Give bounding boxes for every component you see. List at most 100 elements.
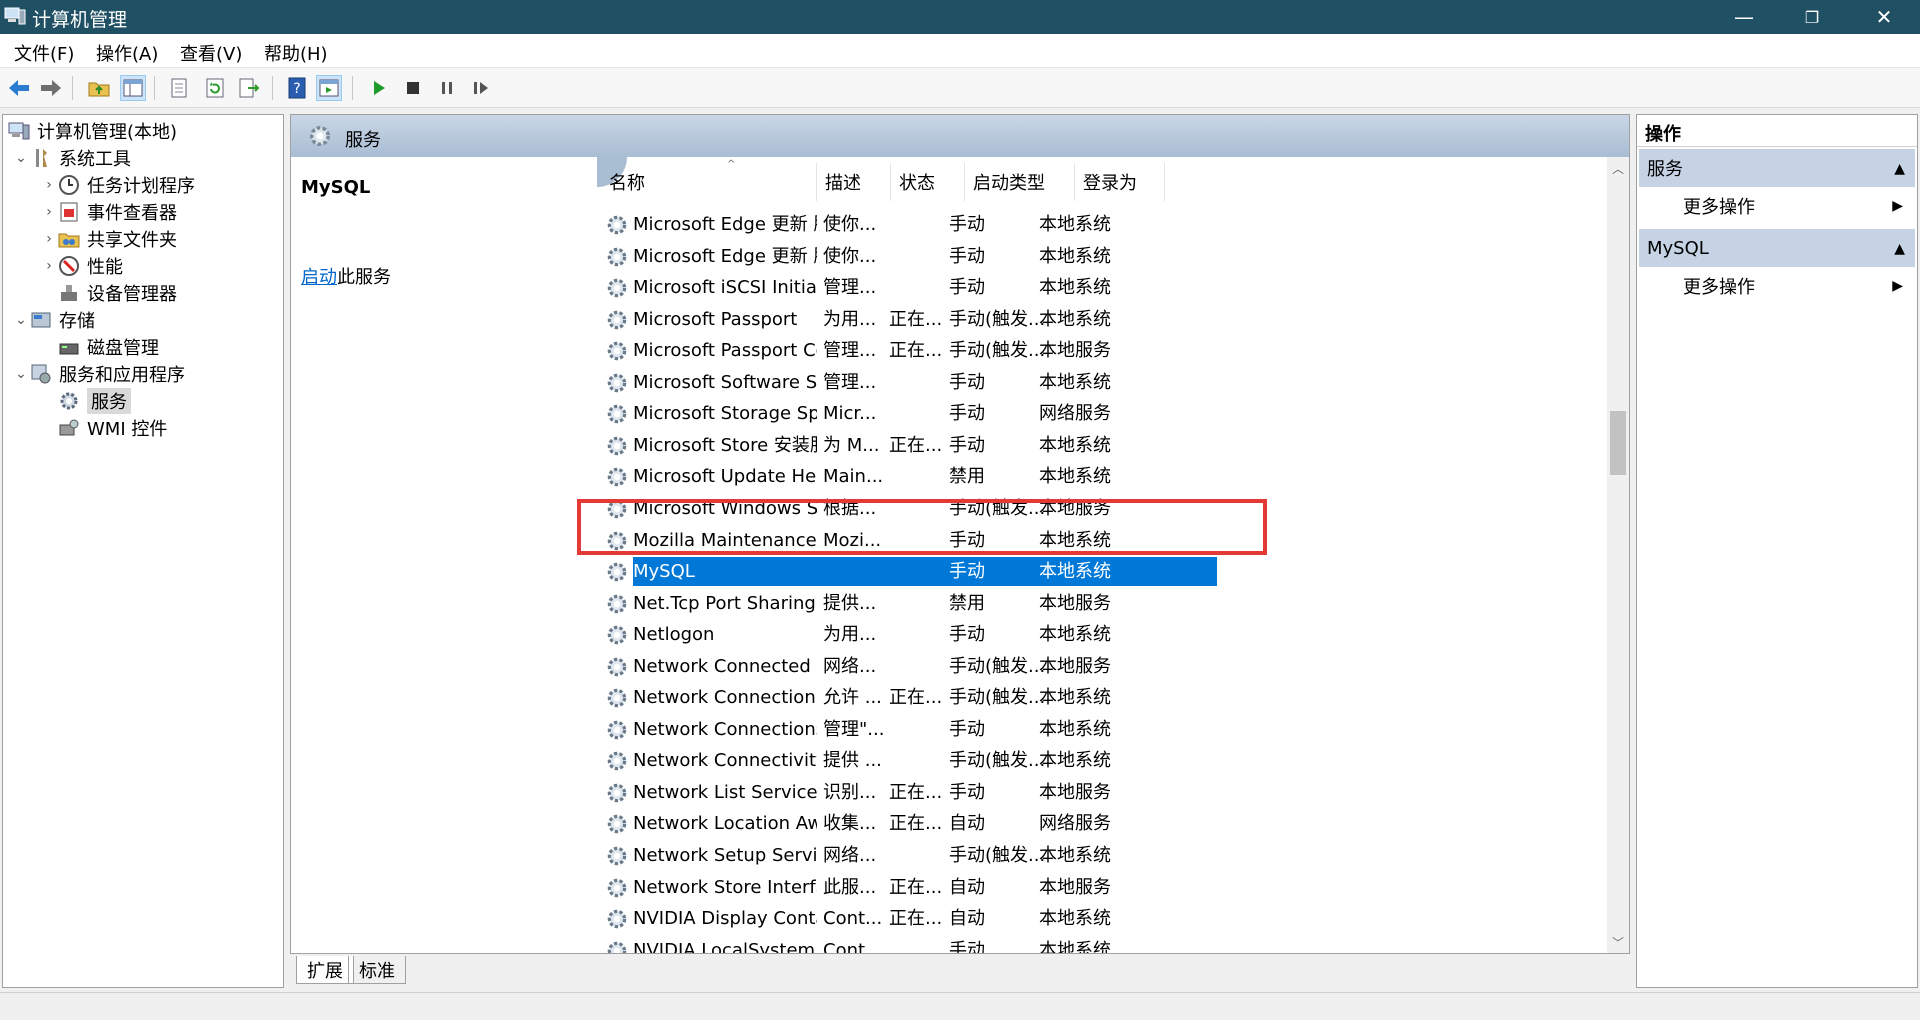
tree-item-system-tools[interactable]: ⌄ 系统工具: [13, 144, 131, 171]
tree-item-shared-folders[interactable]: › 共享文件夹: [41, 225, 177, 252]
actions-more-services[interactable]: 更多操作 ▶: [1683, 189, 1915, 223]
tab-extended[interactable]: 扩展: [296, 956, 354, 984]
tree-item-storage[interactable]: ⌄ 存储: [13, 306, 95, 333]
table-row[interactable]: Microsoft Store 安装服务为 M...正在...手动本地系统: [597, 430, 1217, 461]
tree-item-wmi[interactable]: WMI 控件: [57, 414, 167, 441]
service-description: 管理"...: [823, 718, 885, 740]
table-row[interactable]: Network Connections 管理"... 手动 本地系统: [597, 714, 1217, 745]
stop-service-icon[interactable]: [400, 75, 426, 101]
table-row[interactable]: Network Connectivity Assis...提供 ...手动(触发…: [597, 745, 1217, 776]
service-name: Microsoft Storage Spaces S...: [633, 403, 817, 425]
show-hide-tree-icon[interactable]: [120, 75, 146, 101]
column-header-name[interactable]: 名称: [597, 163, 817, 201]
minimize-button[interactable]: —: [1710, 0, 1778, 34]
table-row[interactable]: Netlogon 为用... 手动 本地系统: [597, 619, 1217, 650]
table-row[interactable]: Microsoft Edge 更新 服务 (...使你...手动本地系统: [597, 241, 1217, 272]
table-row[interactable]: Network List Service 识别... 正在... 手动 本地服务: [597, 777, 1217, 808]
menu-view[interactable]: 查看(V): [180, 40, 242, 66]
service-description: 网络...: [823, 655, 877, 677]
up-folder-icon[interactable]: [86, 75, 112, 101]
table-row[interactable]: Network Setup Service网络...手动(触发...本地系统: [597, 840, 1217, 871]
table-row[interactable]: Microsoft Edge 更新 服务 (...使你...手动本地系统: [597, 209, 1217, 240]
service-log-on-as: 本地系统: [1039, 624, 1111, 646]
menu-help[interactable]: 帮助(H): [264, 40, 328, 66]
service-description: [823, 556, 889, 587]
service-description: 管理...: [823, 277, 877, 299]
tree-item-task-scheduler[interactable]: › 任务计划程序: [41, 171, 195, 198]
scrollbar-thumb[interactable]: [1610, 411, 1626, 475]
start-service-icon[interactable]: [366, 75, 392, 101]
tree-item-device-manager[interactable]: 设备管理器: [57, 279, 177, 306]
column-header-log-on-as[interactable]: 登录为: [1075, 163, 1165, 201]
chevron-down-icon[interactable]: ⌄: [13, 366, 29, 382]
service-description: 允许 ...: [823, 687, 882, 709]
service-description: 为用...: [823, 624, 877, 646]
menu-action[interactable]: 操作(A): [96, 40, 158, 66]
table-row[interactable]: Net.Tcp Port Sharing Service提供...禁用本地服务: [597, 588, 1217, 619]
help-icon[interactable]: ?: [284, 75, 310, 101]
resume-service-icon[interactable]: [468, 75, 494, 101]
menu-bar: 文件(F) 操作(A) 查看(V) 帮助(H): [0, 34, 1920, 68]
service-log-on-as: 本地服务: [1039, 340, 1111, 362]
tree-item-performance[interactable]: › 性能: [41, 252, 123, 279]
scroll-down-icon[interactable]: ﹀: [1607, 931, 1629, 953]
scroll-up-icon[interactable]: ︿: [1607, 157, 1629, 179]
table-row[interactable]: MySQL 手动 本地系统: [597, 556, 1217, 587]
toolbar: ?: [0, 68, 1920, 108]
chevron-right-icon[interactable]: ›: [41, 204, 57, 220]
actions-group-services[interactable]: 服务 ▲: [1639, 149, 1915, 187]
tab-standard[interactable]: 标准: [348, 956, 406, 984]
chevron-down-icon[interactable]: ⌄: [13, 312, 29, 328]
services-gear-icon: [57, 389, 81, 413]
service-log-on-as: 本地系统: [1039, 845, 1111, 866]
column-header-status[interactable]: 状态: [891, 163, 965, 201]
forward-icon[interactable]: [38, 75, 64, 101]
start-service-link[interactable]: 启动: [301, 267, 337, 288]
table-row[interactable]: Network Connected Devic...网络...手动(触发...本…: [597, 651, 1217, 682]
submenu-arrow-icon: ▶: [1892, 198, 1903, 214]
pause-service-icon[interactable]: [434, 75, 460, 101]
collapse-icon[interactable]: ▲: [1894, 241, 1905, 257]
column-header-startup-type[interactable]: 启动类型: [965, 163, 1075, 201]
table-row[interactable]: Microsoft Software Shado...管理...手动本地系统: [597, 367, 1217, 398]
chevron-down-icon[interactable]: ⌄: [13, 150, 29, 166]
service-description: 使你...: [823, 214, 877, 235]
restore-button[interactable]: ❐: [1778, 0, 1846, 34]
table-row[interactable]: NVIDIA LocalSystem Conta...Cont...手动本地系统: [597, 935, 1217, 953]
tree-item-disk-management[interactable]: 磁盘管理: [57, 333, 159, 360]
chevron-right-icon[interactable]: ›: [41, 231, 57, 247]
actions-more-mysql[interactable]: 更多操作 ▶: [1683, 269, 1915, 303]
back-icon[interactable]: [6, 75, 32, 101]
table-row[interactable]: Microsoft Passport 为用... 正在... 手动(触发... 本地系统: [597, 304, 1217, 335]
chevron-right-icon[interactable]: ›: [41, 177, 57, 193]
service-description: 提供 ...: [823, 750, 882, 772]
chevron-right-icon[interactable]: ›: [41, 258, 57, 274]
column-header-description[interactable]: 描述: [817, 163, 891, 201]
tree-item-event-viewer[interactable]: › 事件查看器: [41, 198, 177, 225]
service-description: 识别...: [823, 781, 877, 803]
actions-group-mysql[interactable]: MySQL ▲: [1639, 229, 1915, 267]
table-row[interactable]: Network Store Interface Se...此服...正在...自…: [597, 872, 1217, 903]
table-row[interactable]: Microsoft iSCSI Initiator Ser...管理...手动本…: [597, 272, 1217, 303]
table-row[interactable]: Network Connection Broker允许 ...正在...手动(触…: [597, 682, 1217, 713]
service-name: Network Location Awarene...: [633, 813, 817, 835]
table-row[interactable]: Network Location Awarene...收集...正在...自动网…: [597, 808, 1217, 839]
export-list-icon[interactable]: [236, 75, 262, 101]
pane-title: 服务: [345, 130, 381, 151]
service-name: Network Setup Service: [633, 845, 817, 866]
table-row[interactable]: NVIDIA Display Container LSCont...正在...自…: [597, 903, 1217, 934]
properties-icon[interactable]: [166, 75, 192, 101]
tree-item-root[interactable]: 计算机管理(本地): [7, 117, 177, 144]
vertical-scrollbar[interactable]: ︿ ﹀: [1607, 157, 1629, 953]
menu-file[interactable]: 文件(F): [14, 40, 74, 66]
table-row[interactable]: Microsoft Passport Container管理...正在...手动…: [597, 335, 1217, 366]
refresh-icon[interactable]: [202, 75, 228, 101]
tree-item-services[interactable]: 服务: [57, 387, 131, 414]
action-pane-icon[interactable]: [316, 75, 342, 101]
service-name: Microsoft Passport: [633, 308, 798, 330]
table-row[interactable]: Microsoft Storage Spaces S...Micr...手动网络…: [597, 398, 1217, 429]
collapse-icon[interactable]: ▲: [1894, 161, 1905, 177]
tree-item-services-apps[interactable]: ⌄ 服务和应用程序: [13, 360, 185, 387]
table-row[interactable]: Microsoft Update Health S...Main...禁用本地系…: [597, 461, 1217, 492]
close-button[interactable]: ✕: [1850, 0, 1918, 34]
